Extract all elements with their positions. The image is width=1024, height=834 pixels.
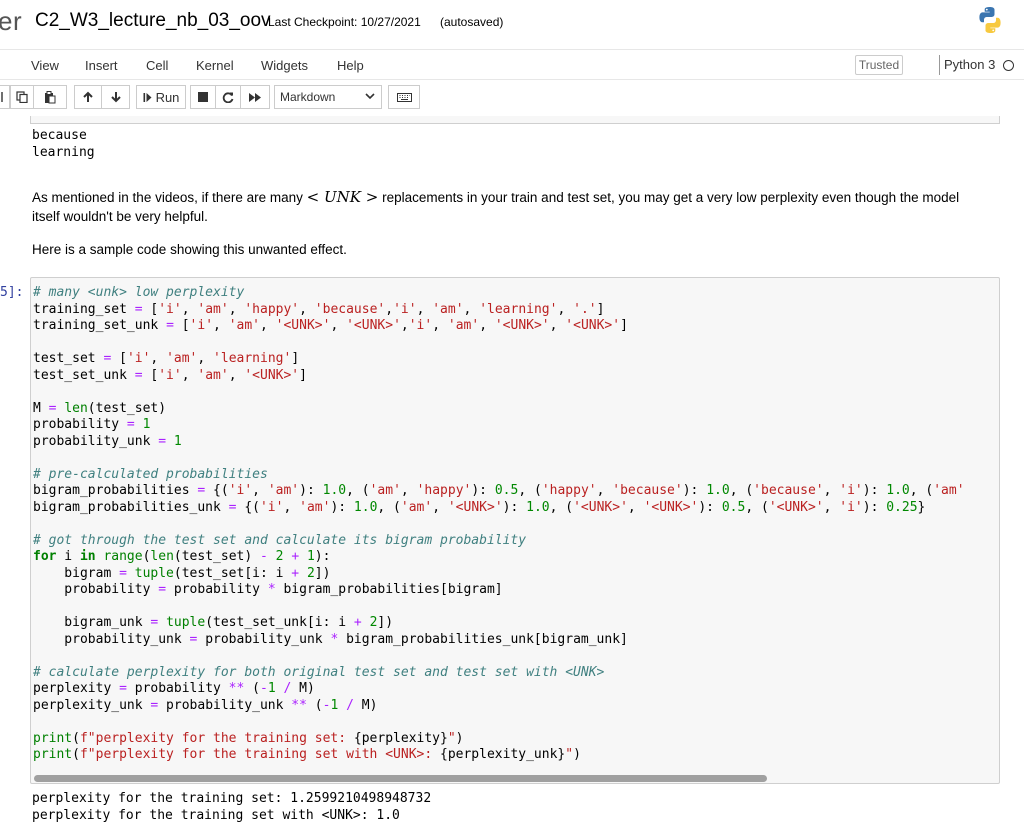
output-line: learning [32, 144, 95, 160]
notebook-header: er C2_W3_lecture_nb_03_oov Last Checkpoi… [0, 0, 1024, 48]
cut-button[interactable] [0, 85, 10, 109]
restart-button[interactable] [215, 85, 241, 109]
move-down-icon [110, 92, 121, 103]
menu-help[interactable]: Help [337, 58, 364, 73]
move-down-button[interactable] [101, 85, 130, 109]
code-cell[interactable]: # many <unk> low perplexity training_set… [30, 277, 1000, 784]
menu-view[interactable]: View [31, 58, 59, 73]
run-icon [143, 92, 152, 102]
jupyter-logo-text[interactable]: er [0, 6, 22, 37]
chevron-down-icon [365, 93, 375, 100]
markdown-cell-explanation[interactable]: As mentioned in the videos, if there are… [32, 188, 959, 226]
copy-button[interactable] [10, 85, 34, 109]
run-button[interactable]: Run [136, 85, 186, 109]
kernel-idle-icon [1003, 60, 1014, 71]
copy-icon [16, 91, 28, 103]
interrupt-icon [198, 92, 208, 102]
python-logo-icon [979, 7, 1001, 33]
trusted-indicator[interactable]: Trusted [855, 55, 903, 75]
menu-cell[interactable]: Cell [146, 58, 168, 73]
last-checkpoint: Last Checkpoint: 10/27/2021 [268, 15, 421, 29]
md-text-before: As mentioned in the videos, if there are… [32, 190, 307, 205]
code-editor[interactable]: # many <unk> low perplexity training_set… [33, 285, 965, 764]
previous-code-cell[interactable] [30, 116, 1000, 124]
cell-type-select[interactable]: Markdown [274, 85, 382, 109]
keyboard-icon [396, 92, 412, 102]
menubar: View Insert Cell Kernel Widgets Help Tru… [0, 49, 1024, 80]
horizontal-scrollbar[interactable] [34, 775, 767, 782]
md-text-line2: itself wouldn't be very helpful. [32, 209, 208, 224]
run-label: Run [155, 89, 180, 105]
restart-icon [222, 92, 234, 103]
paste-button[interactable] [33, 85, 67, 109]
command-palette-button[interactable] [388, 85, 420, 109]
cut-icon [0, 92, 3, 102]
menu-kernel[interactable]: Kernel [196, 58, 234, 73]
markdown-cell-sample-intro[interactable]: Here is a sample code showing this unwan… [32, 240, 347, 259]
math-unk-token: < UNK > [306, 188, 379, 206]
cell-output: perplexity for the training set: 1.25992… [32, 791, 431, 824]
kernel-divider [939, 55, 940, 75]
toolbar: Run Markdown [0, 82, 1024, 116]
autosave-status: (autosaved) [440, 15, 504, 29]
output-line: because [32, 128, 87, 143]
output-line: perplexity for the training set: 1.25992… [32, 791, 432, 806]
restart-run-all-button[interactable] [240, 85, 270, 109]
menu-widgets[interactable]: Widgets [261, 58, 308, 73]
md-text-after: replacements in your train and test set,… [378, 190, 960, 205]
paste-icon [45, 90, 56, 103]
interrupt-button[interactable] [190, 85, 216, 109]
input-prompt: 5]: [0, 285, 24, 300]
cell-type-value: Markdown [280, 90, 336, 104]
menu-insert[interactable]: Insert [85, 58, 118, 73]
restart-run-all-icon [249, 92, 261, 102]
previous-cell-output: because learning [32, 128, 95, 161]
move-up-icon [83, 91, 93, 102]
move-up-button[interactable] [74, 85, 102, 109]
notebook-name[interactable]: C2_W3_lecture_nb_03_oov [35, 10, 271, 32]
output-line: perplexity for the training set with <UN… [32, 807, 400, 823]
kernel-name[interactable]: Python 3 [944, 57, 995, 72]
